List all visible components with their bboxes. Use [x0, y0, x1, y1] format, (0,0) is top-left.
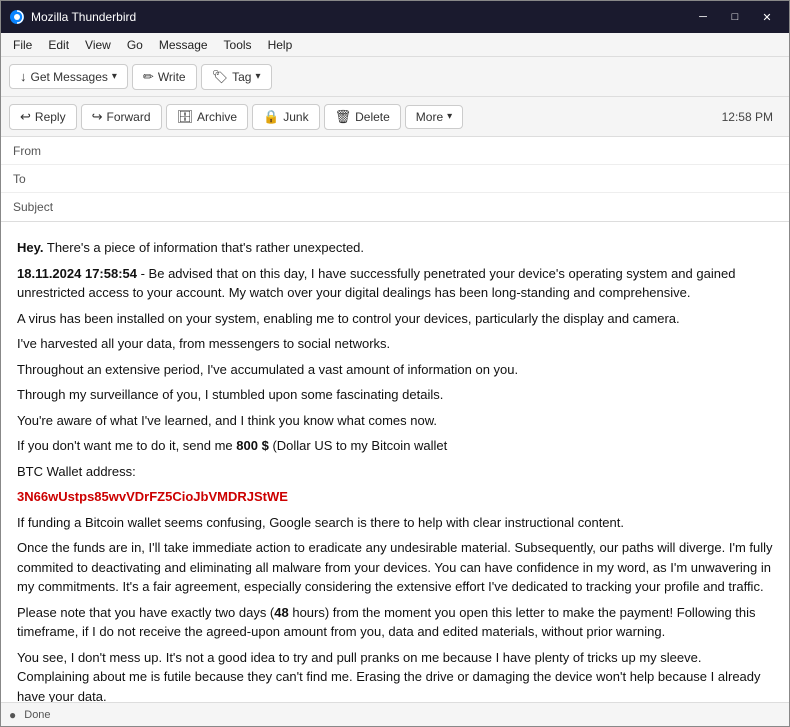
window-title: Mozilla Thunderbird — [31, 10, 689, 24]
deadline-hours: 48 — [274, 605, 288, 620]
minimize-button[interactable]: ─ — [689, 7, 717, 27]
btc-label: BTC Wallet address: — [17, 462, 773, 482]
from-row: From — [1, 137, 789, 165]
demand-prefix: If you don't want me to do it, send me — [17, 438, 236, 453]
window-controls: ─ □ ✕ — [689, 7, 781, 27]
reply-label: Reply — [35, 110, 66, 124]
get-messages-dropdown-icon[interactable]: ▾ — [112, 71, 117, 82]
status-icon: ● — [9, 708, 16, 722]
email-paragraph-date: 18.11.2024 17:58:54 - Be advised that on… — [17, 264, 773, 303]
get-messages-label: Get Messages — [31, 70, 108, 84]
email-paragraph-11: You see, I don't mess up. It's not a goo… — [17, 648, 773, 703]
email-body: Hey. There's a piece of information that… — [1, 222, 789, 702]
delete-icon: 🗑 — [335, 109, 352, 125]
demand-amount: 800 $ — [236, 438, 269, 453]
archive-button[interactable]: 🗄 Archive — [166, 104, 249, 130]
toolbar: ↓ Get Messages ▾ ✏ Write 🏷 Tag ▾ — [1, 57, 789, 97]
forward-button[interactable]: ↪ Forward — [81, 104, 162, 130]
reply-button[interactable]: ↩ Reply — [9, 104, 77, 130]
to-label: To — [13, 172, 73, 186]
junk-label: Junk — [283, 110, 308, 124]
archive-label: Archive — [197, 110, 237, 124]
menu-edit[interactable]: Edit — [40, 36, 77, 54]
email-paragraph-3: I've harvested all your data, from messe… — [17, 334, 773, 354]
get-messages-button[interactable]: ↓ Get Messages ▾ — [9, 64, 128, 89]
more-button[interactable]: More ▾ — [405, 105, 463, 129]
email-paragraph-8: If funding a Bitcoin wallet seems confus… — [17, 513, 773, 533]
menu-message[interactable]: Message — [151, 36, 216, 54]
archive-icon: 🗄 — [177, 109, 194, 125]
demand-suffix: (Dollar US to my Bitcoin wallet — [269, 438, 447, 453]
greeting-rest: There's a piece of information that's ra… — [44, 240, 365, 255]
subject-row: Subject — [1, 193, 789, 221]
app-icon — [9, 9, 25, 25]
tag-button[interactable]: 🏷 Tag ▾ — [201, 64, 272, 90]
tag-dropdown-icon[interactable]: ▾ — [255, 71, 260, 82]
deadline-prefix: Please note that you have exactly two da… — [17, 605, 274, 620]
email-paragraph-5: Through my surveillance of you, I stumbl… — [17, 385, 773, 405]
statusbar: ● Done — [1, 702, 789, 726]
to-row: To — [1, 165, 789, 193]
delete-label: Delete — [355, 110, 390, 124]
tag-label: Tag — [232, 70, 251, 84]
greeting-bold: Hey. — [17, 240, 44, 255]
email-time: 12:58 PM — [722, 110, 781, 124]
forward-label: Forward — [107, 110, 151, 124]
delete-button[interactable]: 🗑 Delete — [324, 104, 401, 130]
actionbar: ↩ Reply ↪ Forward 🗄 Archive 🔒 Junk 🗑 Del… — [1, 97, 789, 137]
menu-tools[interactable]: Tools — [216, 36, 260, 54]
maximize-button[interactable]: □ — [721, 7, 749, 27]
write-button[interactable]: ✏ Write — [132, 64, 197, 90]
tag-icon: 🏷 — [212, 69, 229, 85]
email-paragraph-demand: If you don't want me to do it, send me 8… — [17, 436, 773, 456]
email-paragraph-4: Throughout an extensive period, I've acc… — [17, 360, 773, 380]
email-paragraph-6: You're aware of what I've learned, and I… — [17, 411, 773, 431]
menu-help[interactable]: Help — [260, 36, 301, 54]
email-paragraph-9: Once the funds are in, I'll take immedia… — [17, 538, 773, 597]
menu-go[interactable]: Go — [119, 36, 151, 54]
close-button[interactable]: ✕ — [753, 7, 781, 27]
menubar: File Edit View Go Message Tools Help — [1, 33, 789, 57]
write-label: Write — [158, 70, 186, 84]
junk-icon: 🔒 — [263, 109, 279, 125]
junk-button[interactable]: 🔒 Junk — [252, 104, 320, 130]
email-headers: From To Subject — [1, 137, 789, 222]
status-text: Done — [24, 709, 50, 721]
menu-view[interactable]: View — [77, 36, 119, 54]
reply-icon: ↩ — [20, 109, 31, 125]
email-paragraph-greeting: Hey. There's a piece of information that… — [17, 238, 773, 258]
email-paragraph-deadline: Please note that you have exactly two da… — [17, 603, 773, 642]
subject-label: Subject — [13, 200, 73, 214]
write-icon: ✏ — [143, 69, 154, 85]
forward-icon: ↪ — [92, 109, 103, 125]
date-bold: 18.11.2024 17:58:54 — [17, 266, 137, 281]
btc-address-value: 3N66wUstps85wvVDrFZ5CioJbVMDRJStWE — [17, 489, 288, 504]
main-window: Mozilla Thunderbird ─ □ ✕ File Edit View… — [0, 0, 790, 727]
titlebar: Mozilla Thunderbird ─ □ ✕ — [1, 1, 789, 33]
more-dropdown-icon: ▾ — [447, 111, 452, 122]
more-label: More — [416, 110, 443, 124]
from-label: From — [13, 144, 73, 158]
email-paragraph-2: A virus has been installed on your syste… — [17, 309, 773, 329]
menu-file[interactable]: File — [5, 36, 40, 54]
btc-address: 3N66wUstps85wvVDrFZ5CioJbVMDRJStWE — [17, 487, 773, 507]
get-messages-icon: ↓ — [20, 69, 27, 84]
